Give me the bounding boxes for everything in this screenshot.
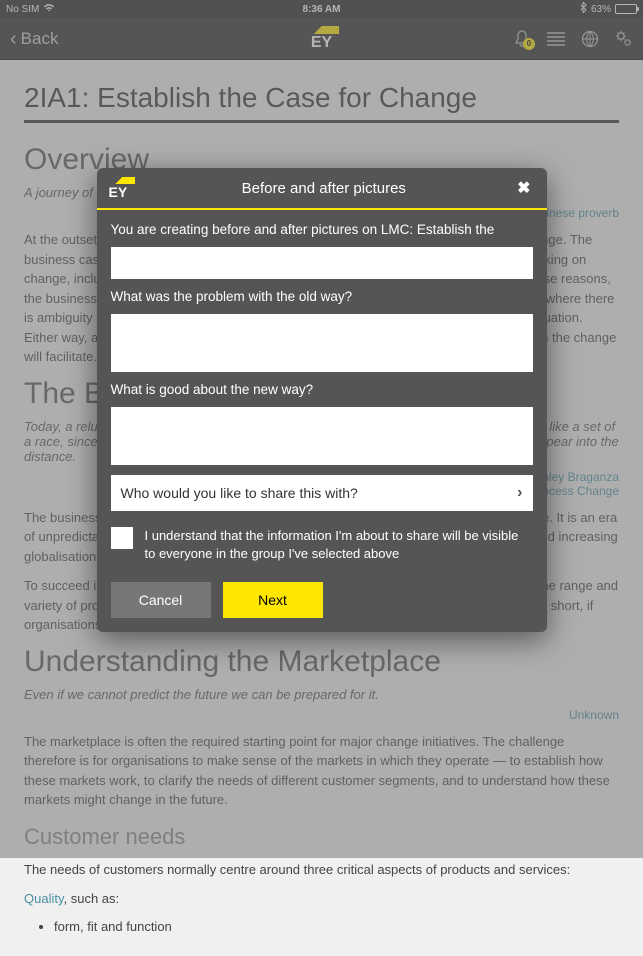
ey-stripe-icon	[109, 177, 135, 184]
notifications-button[interactable]: 0	[513, 30, 531, 48]
quote-3: Even if we cannot predict the future we …	[24, 687, 619, 702]
page-title: 2IA1: Establish the Case for Change	[24, 82, 619, 123]
battery-icon	[615, 4, 637, 14]
modal-title: Before and after pictures	[145, 180, 504, 197]
brand-logo: EY	[305, 26, 339, 51]
problem-label: What was the problem with the old way?	[111, 289, 533, 304]
list-icon	[547, 32, 565, 46]
chevron-right-icon: ›	[517, 484, 522, 502]
quality-line: Quality, such as:	[24, 889, 619, 909]
quality-list: form, fit and function	[54, 919, 619, 934]
modal-logo: EY	[109, 177, 135, 200]
modal-footer: Cancel Next	[111, 582, 533, 618]
carrier-text: No SIM	[6, 4, 39, 15]
notification-badge: 0	[523, 38, 535, 50]
chevron-left-icon: ‹	[10, 29, 17, 49]
globe-icon	[581, 30, 599, 48]
gears-icon	[615, 30, 633, 48]
bluetooth-icon	[580, 2, 587, 16]
close-icon: ✖	[517, 180, 530, 197]
battery-pct: 63%	[591, 4, 611, 15]
modal-header: EY Before and after pictures ✖	[97, 168, 547, 210]
nav-bar: ‹ Back EY 0	[0, 18, 643, 60]
globe-button[interactable]	[581, 30, 599, 48]
list-item: form, fit and function	[54, 919, 619, 934]
good-textarea[interactable]	[111, 407, 533, 465]
close-button[interactable]: ✖	[513, 176, 534, 200]
settings-button[interactable]	[615, 30, 633, 48]
list-button[interactable]	[547, 30, 565, 48]
consent-row: I understand that the information I'm ab…	[111, 527, 533, 562]
consent-text: I understand that the information I'm ab…	[145, 527, 533, 562]
quality-link[interactable]: Quality	[24, 891, 64, 906]
heading-understanding: Understanding the Marketplace	[24, 645, 619, 679]
before-after-modal: EY Before and after pictures ✖ You are c…	[97, 168, 547, 632]
ey-logo-text: EY	[109, 184, 135, 200]
back-label: Back	[21, 29, 59, 49]
share-select[interactable]: Who would you like to share this with? ›	[111, 475, 533, 511]
share-placeholder: Who would you like to share this with?	[121, 485, 358, 501]
status-bar: No SIM 8:36 AM 63%	[0, 0, 643, 18]
modal-body: You are creating before and after pictur…	[97, 210, 547, 632]
heading-customer-needs: Customer needs	[24, 824, 619, 850]
cancel-button[interactable]: Cancel	[111, 582, 211, 618]
next-button[interactable]: Next	[223, 582, 323, 618]
para-4: The marketplace is often the required st…	[24, 732, 619, 810]
status-time: 8:36 AM	[303, 4, 341, 15]
wifi-icon	[43, 3, 55, 15]
intro-label: You are creating before and after pictur…	[111, 222, 533, 237]
ey-stripe-icon	[305, 26, 339, 34]
attrib-3: Unknown	[24, 708, 619, 722]
good-label: What is good about the new way?	[111, 382, 533, 397]
consent-checkbox[interactable]	[111, 527, 133, 549]
quality-suffix: , such as:	[64, 891, 120, 906]
ey-logo-text: EY	[311, 35, 332, 51]
para-5: The needs of customers normally centre a…	[24, 860, 619, 880]
back-button[interactable]: ‹ Back	[10, 29, 58, 49]
problem-textarea[interactable]	[111, 314, 533, 372]
intro-input[interactable]	[111, 247, 533, 279]
